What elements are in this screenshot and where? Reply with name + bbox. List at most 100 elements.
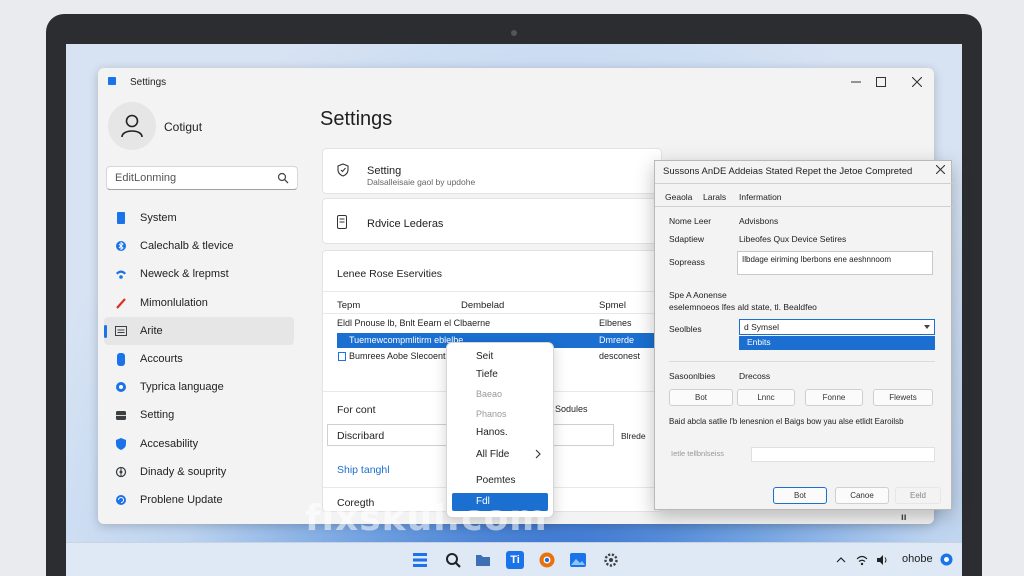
note-text: Baid abcla satlie l'b lenesnion el Baigs… [669, 417, 904, 426]
device-card-title: Rdvice Lederas [367, 218, 444, 230]
divider [323, 291, 663, 292]
description-label: Sopreass [669, 257, 705, 267]
wifi-icon[interactable] [856, 554, 868, 566]
action-button[interactable]: Fonne [805, 389, 863, 406]
watermark: fixskul.com [305, 498, 548, 539]
tab-details[interactable]: Larals [703, 192, 726, 202]
tab-information[interactable]: Infermation [739, 192, 782, 202]
sidebar-item-personalization[interactable]: Mimonlulation [104, 289, 294, 317]
menu-item[interactable]: Tiefe [476, 369, 498, 380]
name-value: Advisbons [739, 216, 779, 226]
action-button[interactable]: Flewets [873, 389, 933, 406]
dropdown-option-selected[interactable]: Enbits [739, 336, 935, 350]
sidebar-item-privacy[interactable]: Dinady & souprity [104, 458, 294, 486]
user-icon [121, 114, 143, 138]
apps-icon [114, 324, 128, 338]
setting-card[interactable]: Setting Dalsalleisaie gaol by updohe [322, 148, 662, 194]
sidebar-item-apps[interactable]: Arite [104, 316, 294, 345]
action-button[interactable]: Lnnc [737, 389, 795, 406]
sidebar-item-accounts[interactable]: Accourts [104, 345, 294, 373]
column-header-size[interactable]: Spmel [599, 300, 626, 311]
sidebar-item-label: Typrica language [140, 381, 224, 394]
action-button[interactable]: Bot [669, 389, 733, 406]
device-icon [337, 215, 347, 229]
properties-dialog: Sussons AnDE Addeias Stated Repet the Je… [654, 160, 953, 510]
divider [655, 183, 953, 184]
option-label: Sasoonlbies [669, 371, 716, 381]
file-explorer-icon[interactable] [474, 551, 492, 569]
tab-general[interactable]: Geaola [665, 192, 692, 202]
description-field[interactable]: Ilbdage eiriming lberbons ene aeshnnoom [737, 251, 933, 275]
page-title: Settings [320, 108, 393, 130]
title-bar[interactable]: Settings [98, 68, 934, 96]
sidebar-item-system[interactable]: System [104, 204, 294, 232]
ship-link[interactable]: Ship tanghl [337, 464, 390, 476]
sidebar-item-gaming[interactable]: Setting [104, 401, 294, 429]
name-label: Nome Leer [669, 216, 712, 226]
table-row[interactable]: Eldl Pnouse lb, Bnlt Eearn el Clbaerne E… [323, 317, 663, 331]
menu-item-submenu[interactable]: All Flde [476, 449, 509, 460]
select-label: Seolbles [669, 324, 702, 334]
sidebar-item-language[interactable]: Typrica language [104, 373, 294, 401]
maximize-button[interactable] [868, 72, 894, 92]
taskbar: Ti ohobe [66, 542, 962, 576]
column-header-name[interactable]: Tepm [337, 300, 360, 311]
tray-text: ohobe [902, 553, 933, 565]
sidebar-item-accessibility[interactable]: Accesability [104, 430, 294, 458]
search-icon[interactable] [444, 551, 462, 569]
gaming-icon [114, 408, 128, 422]
close-button[interactable] [904, 72, 930, 92]
sidebar-item-label: Arite [140, 324, 163, 337]
sidebar-item-label: Setting [140, 409, 175, 422]
sidebar-item-label: Accourts [140, 353, 183, 366]
start-icon[interactable] [411, 551, 429, 569]
photos-icon[interactable] [569, 551, 587, 569]
cancel-button[interactable]: Canoe [835, 487, 889, 504]
privacy-icon [114, 465, 128, 479]
menu-item[interactable]: Hanos. [476, 427, 508, 438]
search-icon [277, 172, 289, 184]
sidebar-item-label: Problene Update [140, 493, 223, 506]
store-icon[interactable]: Ti [506, 551, 524, 569]
device-card[interactable]: Rdvice Lederas [322, 198, 662, 244]
sidebar-item-network[interactable]: Neweck & lrepmst [104, 260, 294, 288]
file-icon [338, 352, 346, 361]
settings-gear-icon[interactable] [602, 551, 620, 569]
camera-dot [511, 30, 517, 36]
close-icon [912, 77, 922, 87]
search-input[interactable]: EditLonming [106, 166, 298, 190]
accounts-icon [114, 352, 128, 366]
maximize-icon [876, 77, 886, 87]
sidebar-item-bluetooth[interactable]: Calechalb & tlevice [104, 232, 294, 260]
browser-icon[interactable] [538, 551, 556, 569]
extra-field[interactable] [751, 447, 935, 462]
sidebar-item-label: System [140, 212, 177, 225]
chevron-up-icon[interactable] [836, 555, 846, 565]
menu-item[interactable]: Poemtes [476, 475, 515, 486]
avatar[interactable] [108, 102, 156, 150]
sodules-label: Sodules [555, 404, 588, 414]
section-label: Spe A Aonense [669, 290, 727, 300]
apply-button[interactable]: Eeld [895, 487, 941, 504]
menu-item[interactable]: Seit [476, 351, 493, 362]
volume-icon[interactable] [876, 554, 888, 566]
section-title: Lenee Rose Eservities [337, 268, 443, 280]
sidebar-item-label: Mimonlulation [140, 296, 208, 309]
section-text: eselemnoeos lfes ald state, tl. Bealdfeo [669, 302, 817, 312]
divider [323, 313, 663, 314]
symbol-select[interactable]: d Symsel [739, 319, 935, 335]
ok-button[interactable]: Bot [773, 487, 827, 504]
column-header-date[interactable]: Dembelad [461, 300, 504, 311]
dialog-close-button[interactable] [935, 163, 946, 177]
type-value: Libeofes Qux Device Setires [739, 234, 847, 244]
row-size: Dmrerde [599, 335, 635, 345]
sidebar-item-update[interactable]: Problene Update [104, 486, 294, 514]
row-size: Elbenes [599, 318, 632, 328]
minimize-icon [851, 81, 861, 83]
sidebar-item-label: Accesability [140, 437, 199, 450]
row-size: desconest [599, 351, 641, 361]
notification-icon[interactable] [940, 553, 953, 566]
row-name: Tuemewcompmlitirm eblelbe [349, 335, 464, 345]
minimize-button[interactable] [843, 72, 869, 92]
for-cont-label: For cont [337, 404, 376, 416]
